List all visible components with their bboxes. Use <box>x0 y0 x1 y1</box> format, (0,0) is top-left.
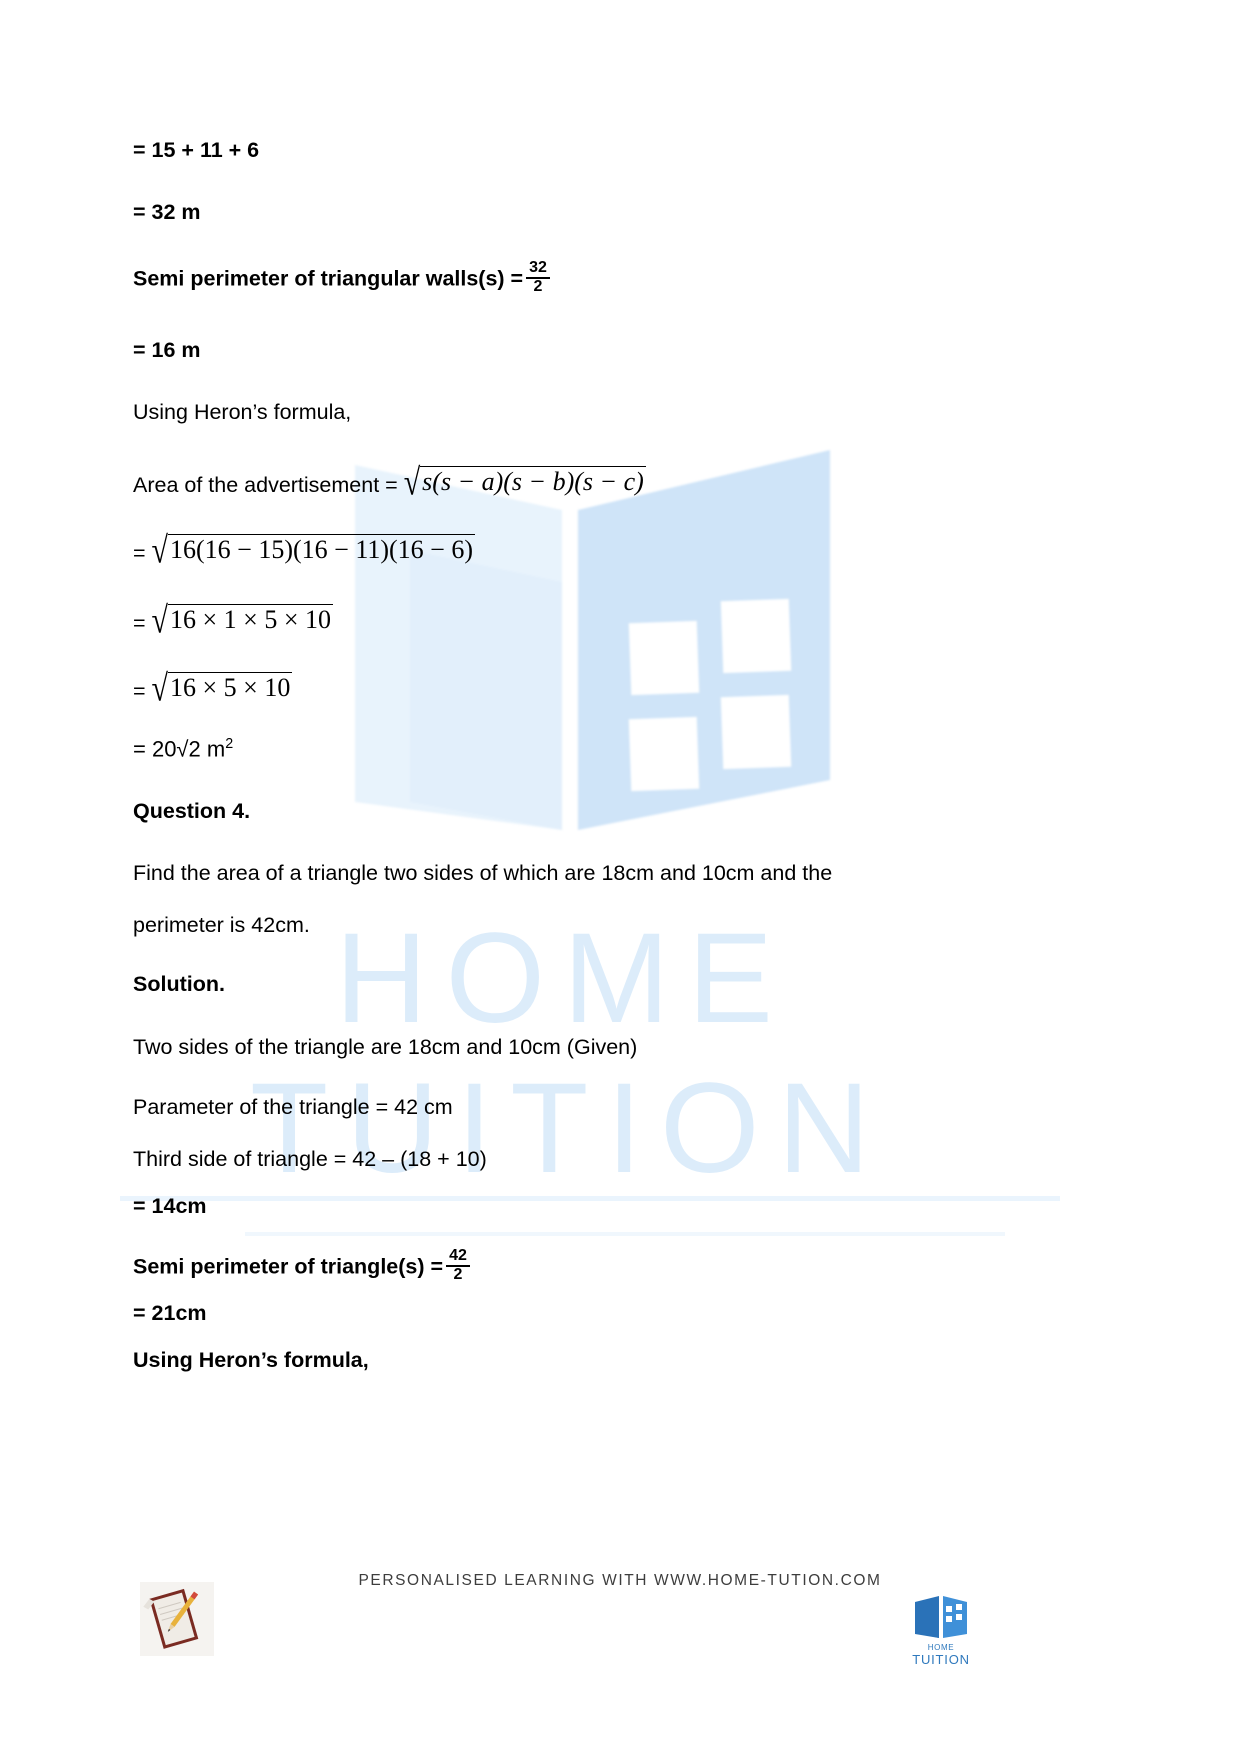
fraction-numerator: 42 <box>449 1247 467 1264</box>
area-final-answer: = 20√2 m2 <box>133 737 233 760</box>
solution-parameter: Parameter of the triangle = 42 cm <box>133 1095 453 1119</box>
radical-sign: √ <box>403 462 421 504</box>
radical-sign: √ <box>151 600 169 642</box>
book-logo-icon <box>915 1596 967 1638</box>
radical-simplified: √16 × 1 × 5 × 10 <box>151 600 334 642</box>
equals-sign: = <box>133 611 146 635</box>
radicand: s(s − a)(s − b)(s − c) <box>420 466 646 496</box>
radical-sign: √ <box>151 668 169 710</box>
semi-perimeter-walls-label: Semi perimeter of triangular walls(s) = <box>133 266 524 291</box>
watermark-word-tuition: TUITION <box>250 1057 888 1200</box>
question-4-text-line-1: Find the area of a triangle two sides of… <box>133 861 833 885</box>
equals-sign: = <box>133 541 146 565</box>
watermark-word-home: HOME <box>335 907 791 1050</box>
radical-sign: √ <box>151 530 169 572</box>
document-page: HOME TUITION = 15 + 11 + 6 = 32 m Semi p… <box>0 0 1240 1754</box>
logo-word-home: HOME <box>927 1643 955 1652</box>
question-4-text-line-2: perimeter is 42cm. <box>133 913 310 937</box>
herons-formula-intro: Using Heron’s formula, <box>133 400 352 424</box>
semi-perimeter-triangle-line: Semi perimeter of triangle(s) = 42 2 <box>133 1247 470 1286</box>
solution-heading: Solution. <box>133 972 225 996</box>
radical-heron-general: √s(s − a)(s − b)(s − c) <box>403 462 646 504</box>
logo-word-tuition: TUITION <box>912 1652 970 1667</box>
area-substituted-line: = √16(16 − 15)(16 − 11)(16 − 6) <box>133 530 475 572</box>
fraction-42-over-2: 42 2 <box>446 1247 470 1284</box>
equation-sum-sides: = 15 + 11 + 6 <box>133 138 260 162</box>
page-footer: PERSONALISED LEARNING WITH WWW.HOME-TUTI… <box>0 1554 1240 1754</box>
equation-perimeter-result: = 32 m <box>133 200 201 224</box>
question-4-heading: Question 4. <box>133 799 251 823</box>
fraction-32-over-2: 32 2 <box>526 259 550 296</box>
watermark-divider-secondary <box>245 1232 1005 1236</box>
radicand: 16(16 − 15)(16 − 11)(16 − 6) <box>168 534 475 564</box>
home-tuition-logo: HOME TUITION <box>905 1592 977 1670</box>
semi-perimeter-triangle-label: Semi perimeter of triangle(s) = <box>133 1254 444 1279</box>
area-advertisement-line: Area of the advertisement = √s(s − a)(s … <box>133 462 646 504</box>
herons-formula-intro-2: Using Heron’s formula, <box>133 1348 369 1372</box>
semi-perimeter-triangle-result: = 21cm <box>133 1301 207 1325</box>
area-final-value: = 20√2 m <box>133 736 226 762</box>
area-reduced-line: = √16 × 5 × 10 <box>133 668 293 710</box>
radical-substituted: √16(16 − 15)(16 − 11)(16 − 6) <box>151 530 475 572</box>
footer-tagline: PERSONALISED LEARNING WITH WWW.HOME-TUTI… <box>358 1572 882 1589</box>
watermark-divider <box>120 1196 1060 1201</box>
equation-semi-perimeter-result: = 16 m <box>133 338 201 362</box>
area-simplified-line: = √16 × 1 × 5 × 10 <box>133 600 334 642</box>
solution-third-side-result: = 14cm <box>133 1194 207 1218</box>
fraction-denominator: 2 <box>446 1264 470 1284</box>
radical-reduced: √16 × 5 × 10 <box>151 668 293 710</box>
solution-third-side: Third side of triangle = 42 – (18 + 10) <box>133 1147 487 1171</box>
square-exponent: 2 <box>225 736 234 752</box>
semi-perimeter-walls-line: Semi perimeter of triangular walls(s) = 3… <box>133 259 550 298</box>
equals-sign: = <box>133 679 146 703</box>
radicand: 16 × 1 × 5 × 10 <box>168 604 334 634</box>
area-advertisement-label: Area of the advertisement = <box>133 473 398 497</box>
solution-given-sides: Two sides of the triangle are 18cm and 1… <box>133 1035 638 1059</box>
fraction-denominator: 2 <box>526 276 550 296</box>
fraction-numerator: 32 <box>529 259 547 276</box>
notepad-pencil-icon <box>140 1582 214 1656</box>
radicand: 16 × 5 × 10 <box>168 672 293 702</box>
